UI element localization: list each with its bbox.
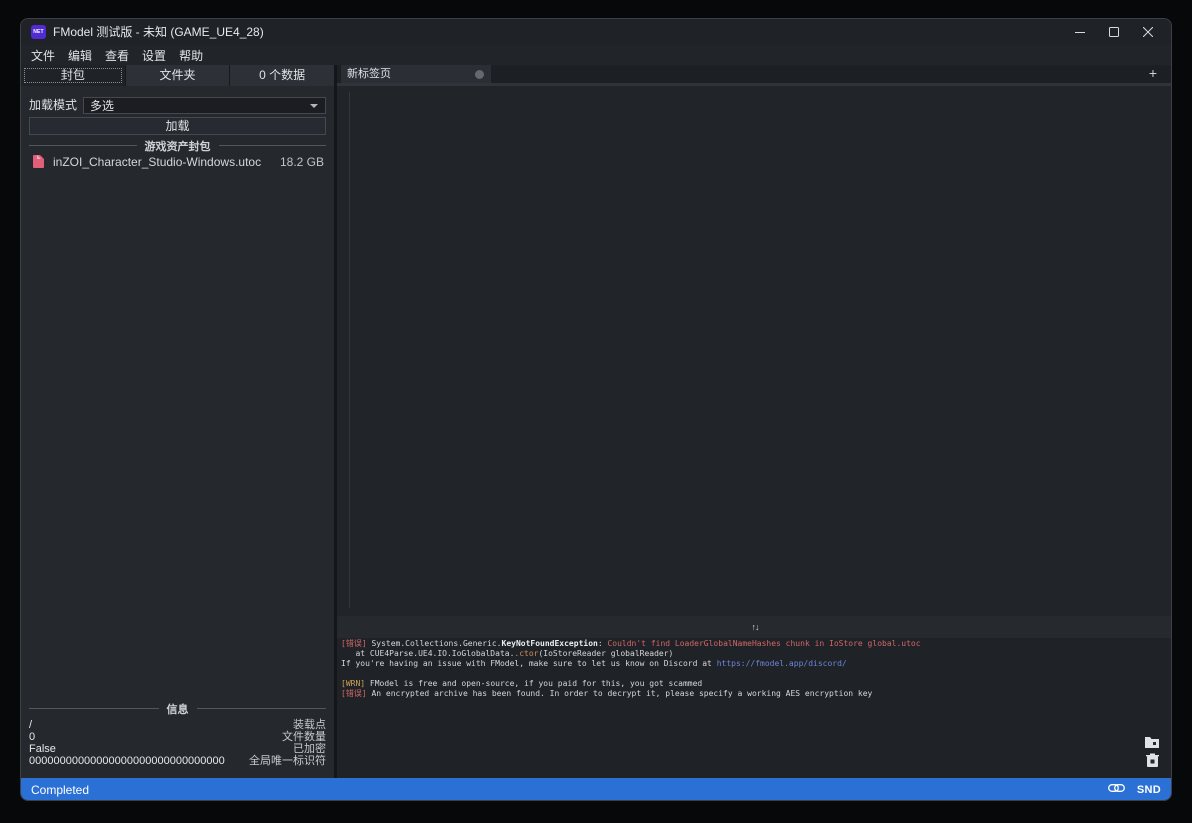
- menubar: 文件 编辑 查看 设置 帮助: [21, 45, 1171, 65]
- load-mode-row: 加载模式 多选: [29, 97, 326, 114]
- log-exception-name: KeyNotFoundException: [501, 639, 598, 648]
- mount-point-value: /: [29, 719, 33, 731]
- tab-status-dot-icon[interactable]: [475, 69, 484, 79]
- status-message: Completed: [31, 783, 90, 797]
- log-text: System.Collections.Generic.: [371, 639, 502, 648]
- menu-settings[interactable]: 设置: [142, 47, 166, 64]
- add-tab-button[interactable]: +: [1143, 65, 1163, 83]
- archive-list-item[interactable]: inZOI_Character_Studio-Windows.utoc 18.2…: [29, 153, 326, 171]
- snd-toggle[interactable]: SND: [1137, 784, 1161, 796]
- load-button[interactable]: 加载: [29, 117, 326, 135]
- minimize-button[interactable]: [1063, 19, 1097, 45]
- archive-file-size: 18.2 GB: [279, 155, 324, 169]
- tab-packages[interactable]: 封包: [21, 65, 125, 86]
- file-count-value: 0: [29, 731, 36, 743]
- utoc-file-icon: [33, 155, 44, 168]
- archive-info-table: / 装载点 0 文件数量 False 已加密 00000000000000000…: [29, 719, 326, 767]
- document-tab-bar: 新标签页 +: [337, 65, 1171, 83]
- log-line-blank: [341, 669, 1171, 679]
- log-line: [错误] An encrypted archive has been found…: [341, 689, 1171, 699]
- status-bar: Completed SND: [21, 778, 1171, 800]
- file-count-label: 文件数量: [282, 731, 326, 743]
- archive-file-name: inZOI_Character_Studio-Windows.utoc: [53, 155, 262, 169]
- output-log: [错误] System.Collections.Generic.KeyNotFo…: [337, 638, 1171, 778]
- info-header-label: 信息: [166, 703, 189, 716]
- log-line: at CUE4Parse.UE4.IO.IoGlobalData..ctor(I…: [341, 649, 1171, 659]
- info-row-mount-point: / 装载点: [29, 719, 326, 731]
- separator-line: [29, 708, 159, 709]
- close-button[interactable]: [1131, 19, 1165, 45]
- log-error-message: Couldn't find LoaderGlobalNameHashes chu…: [607, 639, 921, 648]
- trash-icon: [1146, 753, 1159, 771]
- folder-icon: [1144, 735, 1160, 752]
- maximize-icon: [1109, 27, 1119, 37]
- mount-point-label: 装载点: [293, 719, 326, 731]
- menu-edit[interactable]: 编辑: [68, 47, 92, 64]
- info-row-guid: 00000000000000000000000000000000 全局唯一标识符: [29, 755, 326, 767]
- menu-file[interactable]: 文件: [31, 47, 55, 64]
- load-mode-select[interactable]: 多选: [83, 97, 326, 114]
- log-warn-tag: [WRN]: [341, 679, 370, 688]
- titlebar[interactable]: NET FModel 测试版 - 未知 (GAME_UE4_28): [21, 19, 1171, 45]
- app-window: NET FModel 测试版 - 未知 (GAME_UE4_28) 文件 编辑 …: [20, 18, 1172, 801]
- tab-data-count[interactable]: 0 个数据: [230, 65, 335, 86]
- chevron-down-icon: [310, 103, 318, 108]
- menu-view[interactable]: 查看: [105, 47, 129, 64]
- minimize-icon: [1075, 27, 1085, 37]
- open-folder-button[interactable]: [1144, 735, 1160, 753]
- log-stacktrace: at CUE4Parse.UE4.IO.IoGlobalData.: [341, 649, 515, 658]
- archives-section-header: 游戏资产封包: [29, 139, 326, 153]
- log-text: FModel is free and open-source, if you p…: [369, 679, 703, 688]
- log-error-tag: [错误]: [341, 639, 372, 648]
- log-error-tag: [错误]: [341, 689, 372, 698]
- desktop-background: NET FModel 测试版 - 未知 (GAME_UE4_28) 文件 编辑 …: [0, 0, 1192, 823]
- separator-line: [218, 145, 326, 146]
- content-edge-line: [349, 92, 350, 608]
- guid-value: 00000000000000000000000000000000: [29, 755, 225, 767]
- encrypted-label: 已加密: [293, 743, 326, 755]
- log-line: If you're having an issue with FModel, m…: [341, 659, 1171, 669]
- menu-help[interactable]: 帮助: [179, 47, 203, 64]
- dotnet-app-icon: NET: [31, 25, 46, 39]
- log-stacktrace: (IoStoreReader globalReader): [538, 649, 674, 658]
- maximize-button[interactable]: [1097, 19, 1131, 45]
- log-ctor: .ctor: [514, 649, 539, 658]
- trash-icon-button[interactable]: [1146, 753, 1159, 772]
- separator-line: [29, 145, 137, 146]
- load-mode-label: 加载模式: [29, 98, 78, 112]
- resize-arrows-icon: ↑↓: [751, 622, 760, 632]
- tab-folders[interactable]: 文件夹: [125, 65, 230, 86]
- archives-panel: 封包 文件夹 0 个数据 加载模式 多选 加载 游戏资产封包 inZOI_Cha…: [21, 65, 335, 778]
- close-icon: [1143, 27, 1153, 37]
- tab-new-tab[interactable]: 新标签页: [341, 65, 491, 83]
- info-row-encrypted: False 已加密: [29, 743, 326, 755]
- load-mode-value: 多选: [90, 99, 115, 113]
- discord-link[interactable]: https://fmodel.app/discord/: [717, 659, 847, 668]
- left-tab-strip: 封包 文件夹 0 个数据: [21, 65, 335, 86]
- log-line: [错误] System.Collections.Generic.KeyNotFo…: [341, 639, 1171, 649]
- log-text: An encrypted archive has been found. In …: [371, 689, 873, 698]
- link-icon[interactable]: [1107, 781, 1125, 799]
- info-row-file-count: 0 文件数量: [29, 731, 326, 743]
- guid-label: 全局唯一标识符: [249, 755, 326, 767]
- info-section-header: 信息: [29, 702, 326, 716]
- window-title: FModel 测试版 - 未知 (GAME_UE4_28): [53, 25, 264, 39]
- log-text: If you're having an issue with FModel, m…: [341, 659, 717, 668]
- window-controls: [1063, 19, 1165, 45]
- separator-line: [196, 708, 326, 709]
- document-content-area: [337, 86, 1171, 615]
- encrypted-value: False: [29, 743, 56, 755]
- new-tab-label: 新标签页: [347, 68, 391, 80]
- log-line: [WRN] FModel is free and open-source, if…: [341, 679, 1171, 689]
- document-pane: 新标签页 + ↑↓ [错误] System.Collections.Generi…: [337, 65, 1171, 778]
- status-bar-right: SND: [1107, 781, 1171, 799]
- archives-header-label: 游戏资产封包: [144, 140, 211, 153]
- log-splitter-handle[interactable]: ↑↓: [337, 616, 1171, 638]
